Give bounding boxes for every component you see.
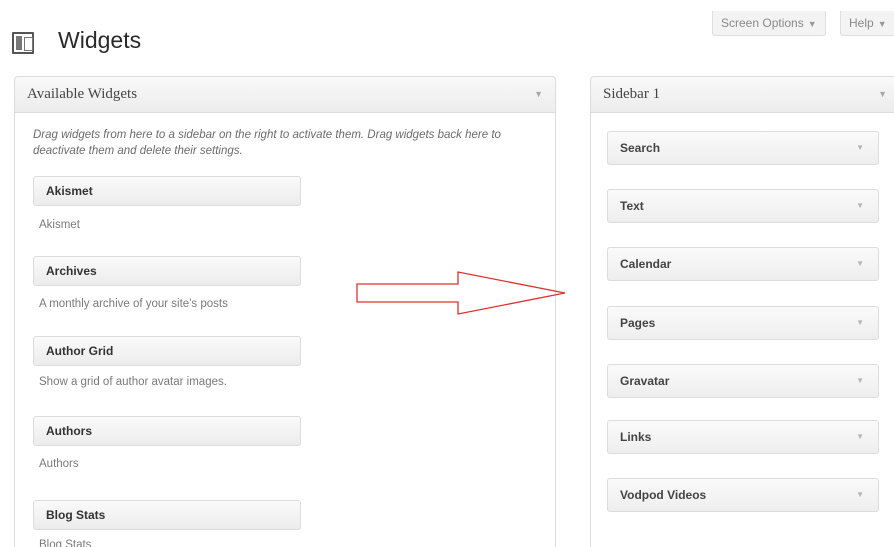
sidebar-widget-text[interactable]: Text ▼ xyxy=(607,189,879,223)
sidebar-1-panel: Sidebar 1 ▼ Search ▼ Text ▼ Calendar ▼ P… xyxy=(590,76,894,547)
chevron-down-icon[interactable]: ▼ xyxy=(856,190,864,222)
sidebar-widget-label: Search xyxy=(620,141,661,155)
widget-authors[interactable]: Authors xyxy=(33,416,301,446)
sidebar-widget-calendar[interactable]: Calendar ▼ xyxy=(607,247,879,281)
widgets-page-icon xyxy=(12,32,34,54)
available-widgets-title: Available Widgets xyxy=(27,86,138,102)
sidebar-widget-pages[interactable]: Pages ▼ xyxy=(607,306,879,340)
chevron-down-icon[interactable]: ▼ xyxy=(856,132,864,164)
widgets-page: Widgets Screen Options ▼ Help ▼ Available … xyxy=(0,0,894,547)
widget-description: Blog Stats xyxy=(39,539,92,547)
sidebar-1-title: Sidebar 1 xyxy=(603,86,661,102)
widget-archives[interactable]: Archives xyxy=(33,256,301,286)
collapse-toggle-icon[interactable]: ▼ xyxy=(534,89,543,99)
drag-direction-arrow xyxy=(356,271,566,315)
widget-description: A monthly archive of your site's posts xyxy=(39,298,228,310)
sidebar-widget-label: Calendar xyxy=(620,257,672,271)
chevron-down-icon[interactable]: ▼ xyxy=(856,479,864,511)
page-title: Widgets xyxy=(58,27,142,53)
widget-blog-stats[interactable]: Blog Stats xyxy=(33,500,301,530)
chevron-down-icon[interactable]: ▼ xyxy=(856,307,864,339)
sidebar-widget-gravatar[interactable]: Gravatar ▼ xyxy=(607,364,879,398)
sidebar-widget-vodpod-videos[interactable]: Vodpod Videos ▼ xyxy=(607,478,879,512)
help-label: Help xyxy=(849,16,874,30)
arrow-shape xyxy=(356,271,566,315)
widget-description: Authors xyxy=(39,458,79,470)
sidebar-widget-label: Links xyxy=(620,430,652,444)
sidebar-widget-label: Text xyxy=(620,199,644,213)
chevron-down-icon[interactable]: ▼ xyxy=(856,365,864,397)
chevron-down-icon: ▼ xyxy=(807,19,817,29)
help-button[interactable]: Help ▼ xyxy=(840,11,894,36)
widget-author-grid[interactable]: Author Grid xyxy=(33,336,301,366)
sidebar-widget-links[interactable]: Links ▼ xyxy=(607,420,879,454)
sidebar-1-header[interactable]: Sidebar 1 ▼ xyxy=(591,77,894,113)
collapse-toggle-icon[interactable]: ▼ xyxy=(878,89,887,99)
available-widgets-header[interactable]: Available Widgets ▼ xyxy=(15,77,555,113)
sidebar-widget-label: Vodpod Videos xyxy=(620,488,707,502)
sidebar-widget-label: Gravatar xyxy=(620,374,670,388)
sidebar-widget-search[interactable]: Search ▼ xyxy=(607,131,879,165)
screen-options-label: Screen Options xyxy=(721,16,804,30)
chevron-down-icon: ▼ xyxy=(877,19,887,29)
chevron-down-icon[interactable]: ▼ xyxy=(856,421,864,453)
widget-description: Show a grid of author avatar images. xyxy=(39,376,227,388)
sidebar-widget-label: Pages xyxy=(620,316,656,330)
chevron-down-icon[interactable]: ▼ xyxy=(856,248,864,280)
widget-description: Akismet xyxy=(39,219,80,231)
available-widgets-description: Drag widgets from here to a sidebar on t… xyxy=(33,129,501,157)
screen-options-button[interactable]: Screen Options ▼ xyxy=(712,11,826,36)
widget-akismet[interactable]: Akismet xyxy=(33,176,301,206)
